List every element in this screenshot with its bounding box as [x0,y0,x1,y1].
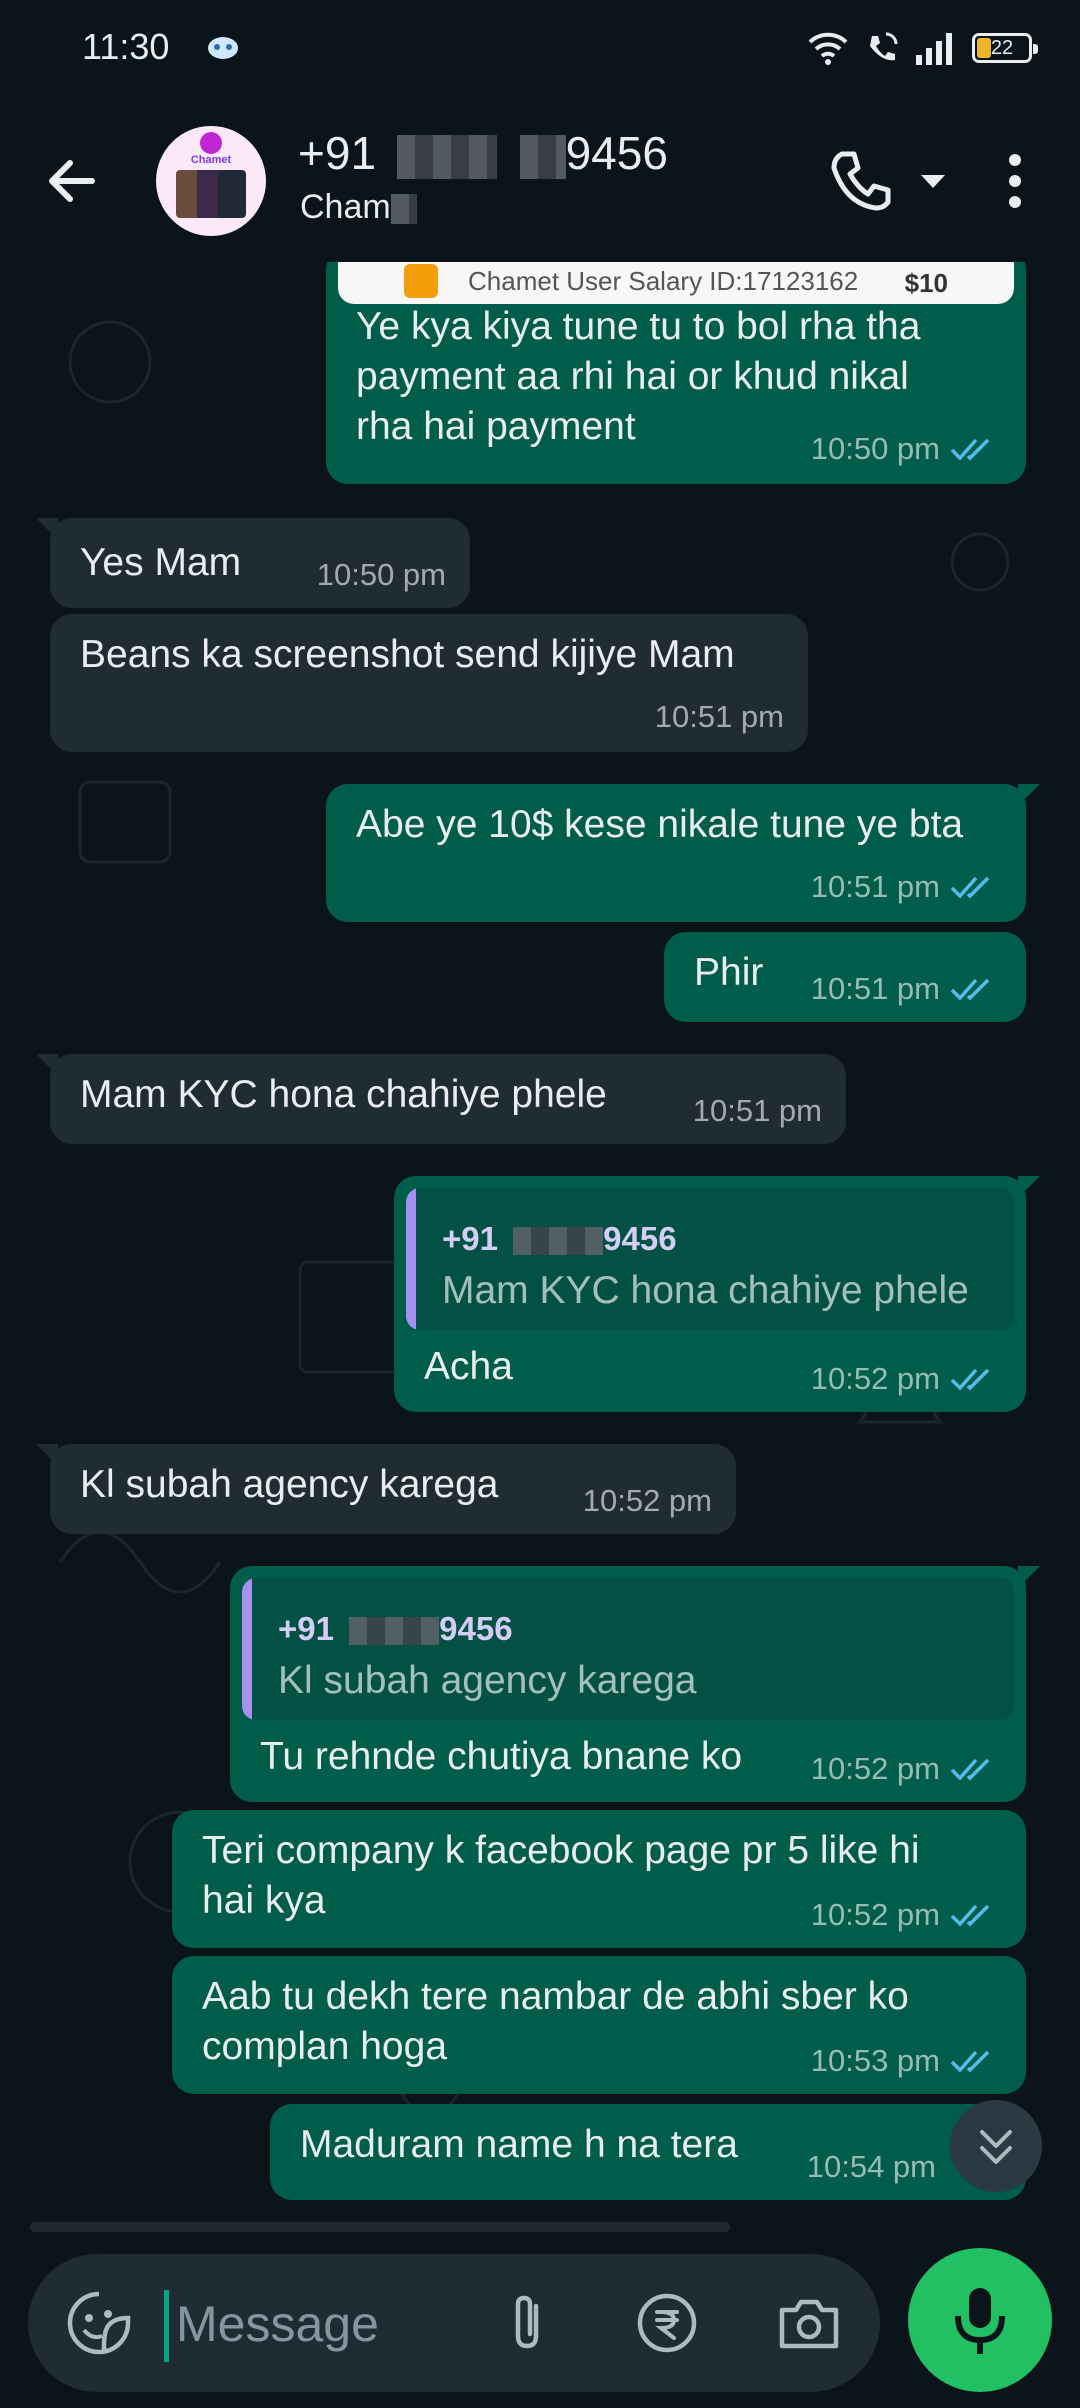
message-bubble-incoming[interactable]: Kl subah agency karega 10:52 pm [36,1444,736,1534]
message-meta: 10:50 pm [811,424,1000,474]
message-text: Acha [424,1345,513,1388]
message-bubble-incoming[interactable]: Beans ka screenshot send kijiye Mam 10:5… [50,614,808,752]
message-meta: 10:51 pm [693,1086,822,1136]
notification-app-icon [208,37,238,59]
double-check-read-icon [950,978,990,1001]
quoted-text: Kl subah agency karega [278,1659,697,1702]
message-meta: 10:51 pm [811,862,1000,912]
message-composer[interactable] [28,2254,880,2392]
message-meta: 10:54 pm [807,2142,936,2192]
signal-icon [916,33,952,65]
avatar[interactable]: Chamet [156,126,266,236]
chat-area[interactable]: Chamet User Salary ID:17123162 $10 Ye ky… [0,262,1080,2222]
camera-icon[interactable] [774,2288,844,2358]
quoted-sender: +91 9456 [442,1220,677,1257]
message-time: 10:51 pm [810,971,940,1006]
message-meta: 10:53 pm [811,2036,1000,2086]
message-time: 10:50 pm [810,431,940,466]
message-meta: 10:51 pm [811,964,1000,1014]
message-meta: 10:52 pm [811,1354,1000,1404]
message-text: Kl subah agency karega [80,1463,499,1506]
microphone-icon [955,2288,1005,2354]
message-bubble-outgoing[interactable]: Teri company k facebook page pr 5 like h… [172,1810,1026,1948]
attach-icon[interactable] [492,2288,562,2358]
chamet-logo [200,132,222,154]
quoted-message[interactable]: +91 9456 Kl subah agency karega [242,1578,1014,1720]
message-meta: 10:52 pm [811,1744,1000,1794]
double-check-read-icon [950,1758,990,1781]
status-time: 11:30 [82,26,170,67]
phone-call-icon[interactable] [826,146,896,216]
message-time: 10:51 pm [692,1093,822,1128]
message-text: Abe ye 10$ kese nikale tune ye bta [356,803,964,846]
payment-rupee-icon[interactable] [632,2288,702,2358]
message-bubble-outgoing[interactable]: Phir 10:51 pm [664,932,1026,1022]
message-bubble-outgoing[interactable]: +91 9456 Mam KYC hona chahiye phele Acha… [394,1176,1040,1412]
message-time: 10:53 pm [810,2043,940,2078]
text-caret [164,2290,169,2362]
message-time: 10:50 pm [316,557,446,592]
message-meta: 10:52 pm [583,1476,712,1526]
divider [30,2222,730,2232]
back-arrow-icon[interactable] [40,148,106,214]
redacted-digits [396,134,497,179]
message-time: 10:52 pm [810,1751,940,1786]
quoted-sender: +91 9456 [278,1610,513,1647]
message-bubble-outgoing[interactable]: +91 9456 Kl subah agency karega Tu rehnd… [230,1566,1040,1802]
message-bubble-outgoing[interactable]: Chamet User Salary ID:17123162 $10 Ye ky… [326,262,1026,484]
message-time: 10:52 pm [810,1897,940,1932]
message-text: Beans ka screenshot send kijiye Mam [80,633,735,676]
contact-name[interactable]: +91 9456 [298,126,668,180]
double-check-read-icon [950,438,990,461]
quoted-text: Mam KYC hona chahiye phele [442,1269,969,1312]
message-time: 10:51 pm [810,869,940,904]
message-bubble-outgoing[interactable]: Aab tu dekh tere nambar de abhi sber ko … [172,1956,1026,2094]
redacted-digits [349,1617,440,1646]
image-preview-icon [404,264,438,298]
double-check-read-icon [950,1904,990,1927]
message-meta: 10:51 pm [655,692,784,742]
message-bubble-incoming[interactable]: Yes Mam 10:50 pm [36,518,470,608]
redacted-text [390,194,417,225]
call-dropdown-icon[interactable] [916,164,950,198]
image-preview-value: $10 [904,268,948,298]
message-bubble-incoming[interactable]: Mam KYC hona chahiye phele 10:51 pm [36,1054,846,1144]
message-text: Maduram name h na tera [300,2123,738,2166]
message-bubble-outgoing[interactable]: Abe ye 10$ kese nikale tune ye bta 10:51… [326,784,1040,922]
chat-header: Chamet +91 9456 Cham [0,100,1080,263]
wifi-icon [808,32,848,65]
message-text: Yes Mam [80,541,242,584]
message-text: Aab tu dekh tere nambar de abhi sber ko … [202,1975,909,2068]
double-check-read-icon [950,876,990,899]
battery-icon: 22 [972,33,1038,63]
message-meta: 10:52 pm [811,1890,1000,1940]
battery-level: 22 [990,37,1014,59]
more-options-icon[interactable] [990,146,1040,216]
message-time: 10:54 pm [806,2149,936,2184]
quoted-message[interactable]: +91 9456 Mam KYC hona chahiye phele [406,1188,1014,1330]
scroll-to-bottom-icon[interactable] [950,2100,1042,2192]
status-bar: 11:30 22 [0,0,1080,100]
avatar-brand: Chamet [190,154,232,166]
message-time: 10:52 pm [582,1483,712,1518]
voice-message-button[interactable] [908,2248,1052,2392]
message-meta: 10:50 pm [317,550,446,600]
message-text: Phir [694,951,764,994]
message-time: 10:52 pm [810,1361,940,1396]
message-text: Mam KYC hona chahiye phele [80,1073,607,1116]
message-input[interactable] [174,2284,508,2364]
contact-subtitle[interactable]: Cham [300,188,417,227]
avatar-photos [176,170,246,218]
image-preview-text: Chamet User Salary ID:17123162 [468,266,859,296]
double-check-read-icon [950,1368,990,1391]
wifi-calling-icon [870,32,898,61]
message-bubble-outgoing[interactable]: Maduram name h na tera 10:54 pm [270,2104,1026,2200]
redacted-digits [519,134,566,179]
sticker-emoji-icon[interactable] [64,2288,134,2358]
message-time: 10:51 pm [654,699,784,734]
message-text: Tu rehnde chutiya bnane ko [260,1735,743,1778]
redacted-digits [513,1227,604,1256]
double-check-read-icon [950,2050,990,2073]
image-preview[interactable]: Chamet User Salary ID:17123162 $10 [338,262,1014,304]
